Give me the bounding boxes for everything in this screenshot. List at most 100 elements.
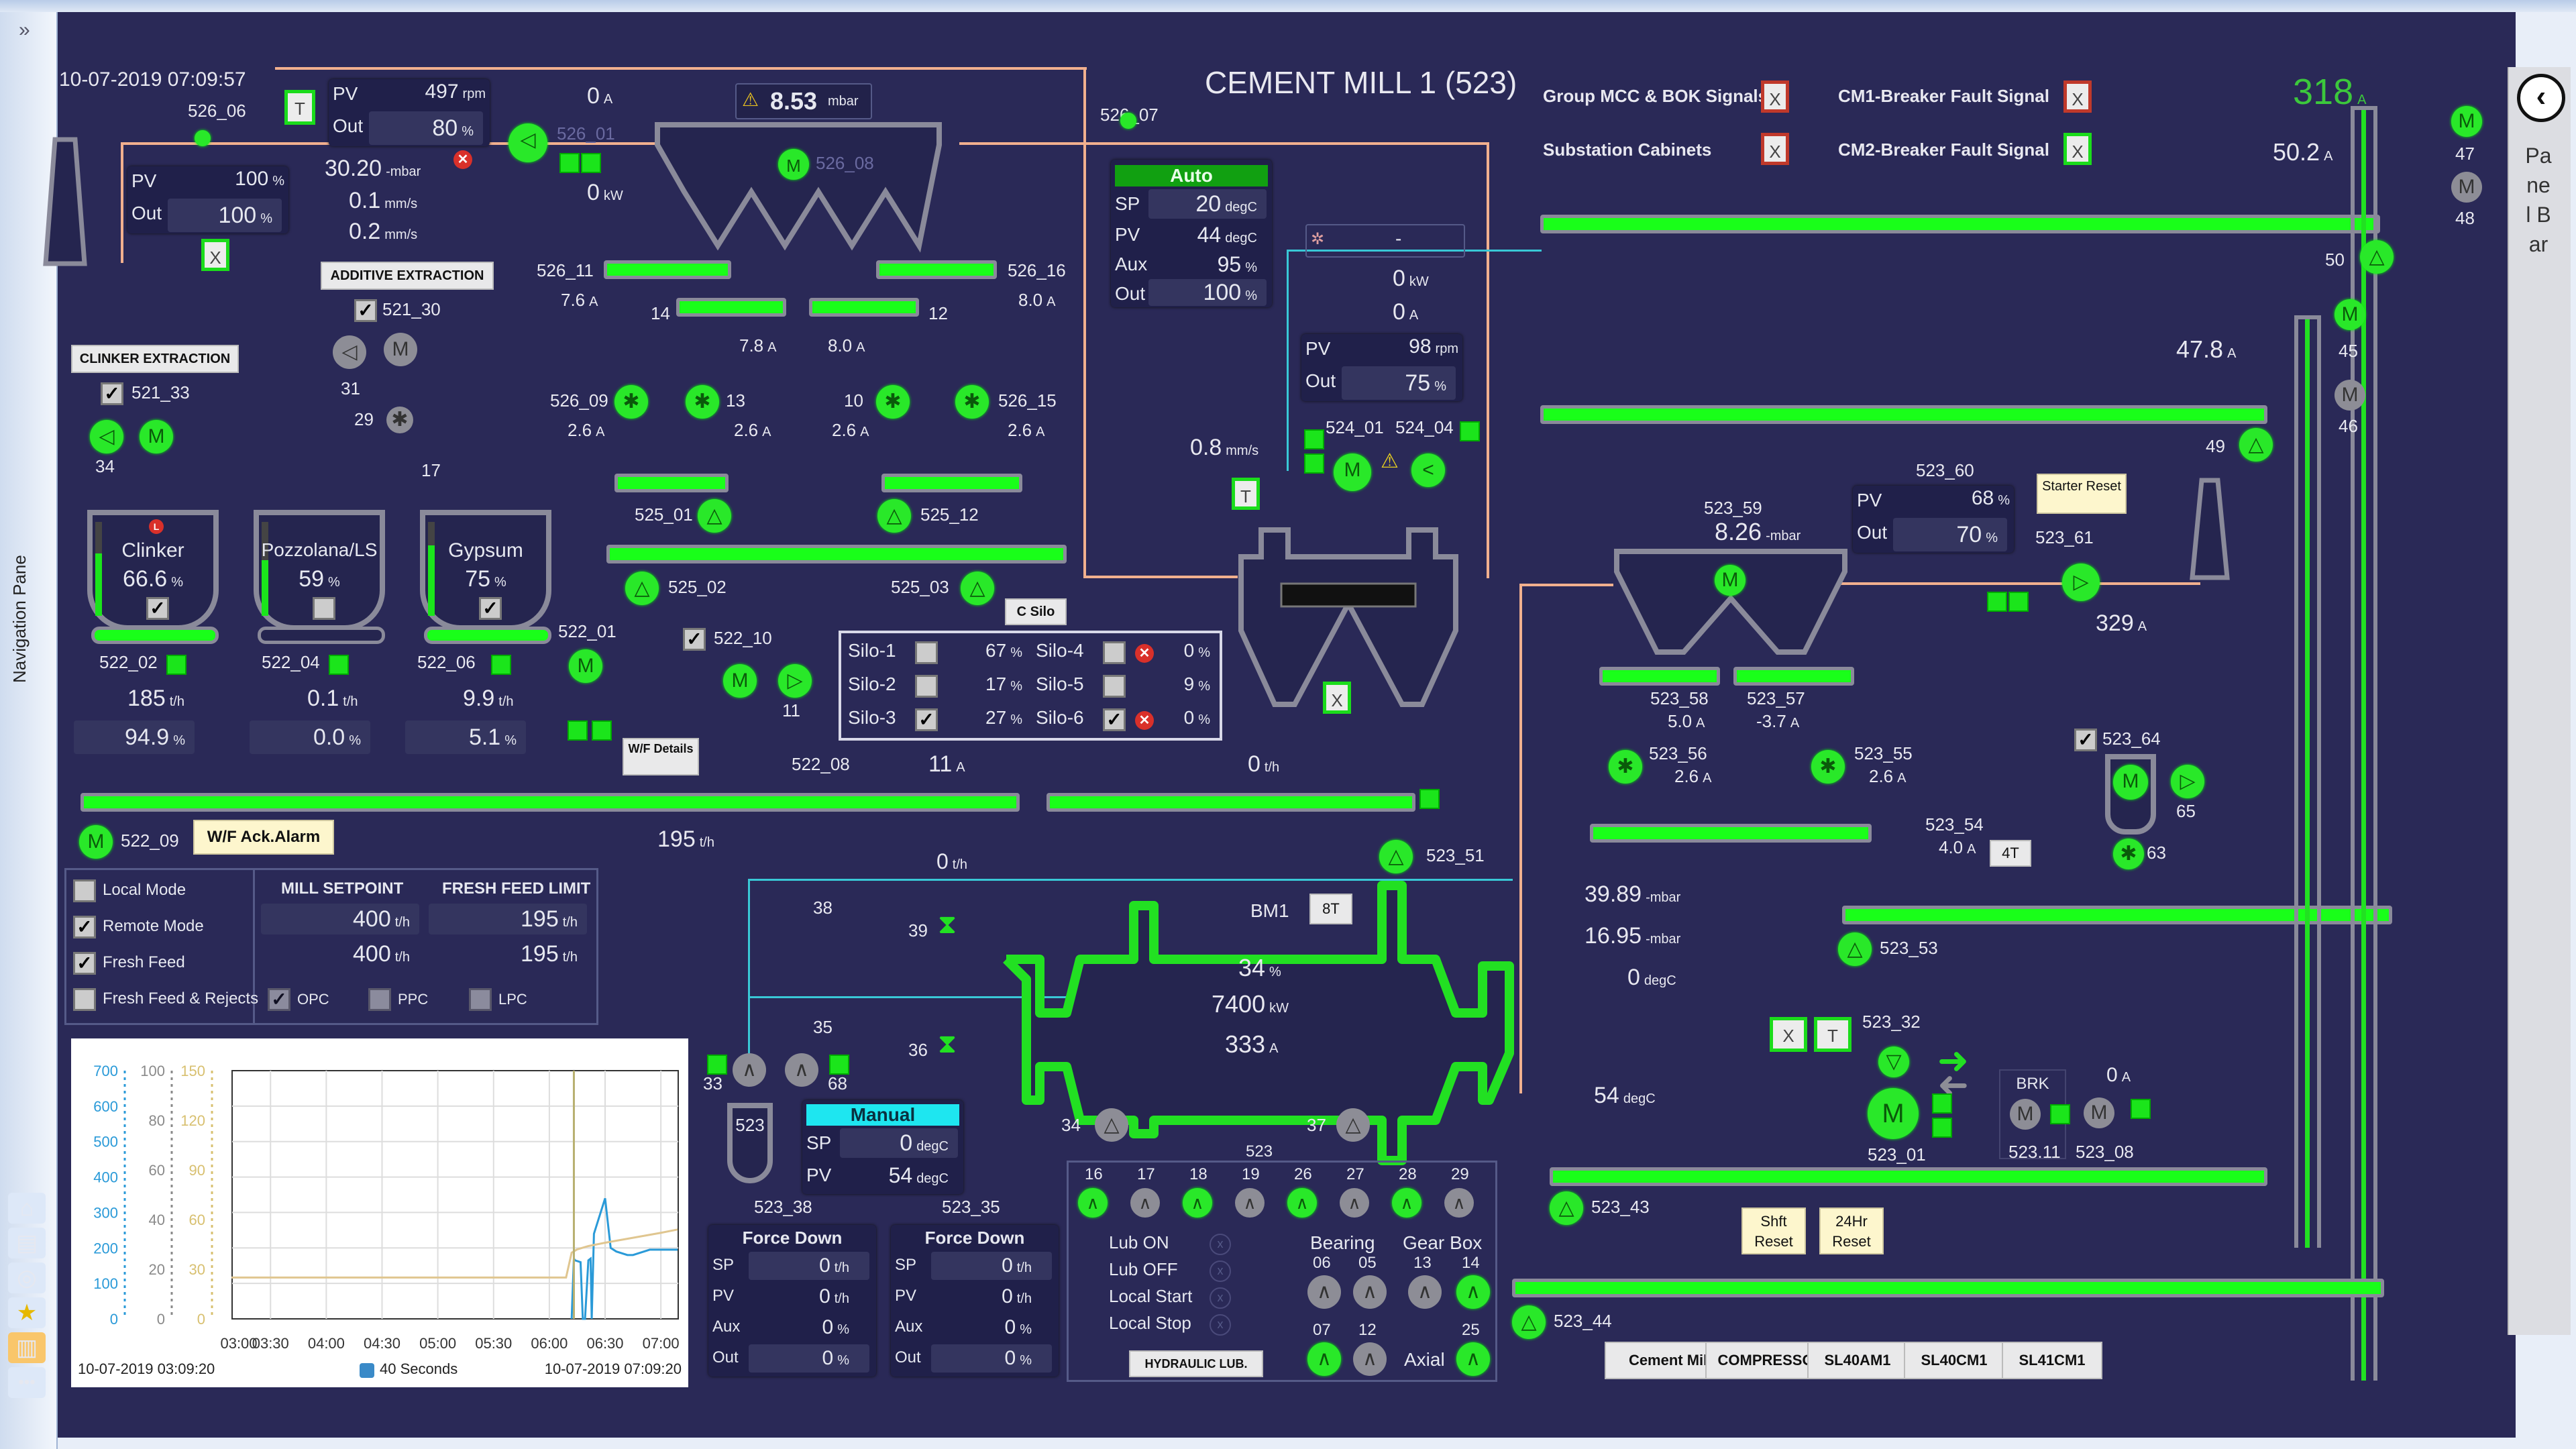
- elevator-motor-47-icon[interactable]: M: [2451, 106, 2482, 137]
- nav-button-sl41cm1[interactable]: SL41CM1: [2002, 1342, 2102, 1379]
- drive-t-button[interactable]: T: [1814, 1017, 1851, 1052]
- panel-back-button[interactable]: ‹: [2517, 74, 2565, 122]
- silo-select-checkbox[interactable]: ✓: [1103, 708, 1126, 731]
- lub-pump-icon[interactable]: ∧: [1183, 1188, 1212, 1218]
- 24hr-reset-button[interactable]: 24Hr Reset: [1819, 1208, 1884, 1254]
- pump-34-icon[interactable]: △: [1095, 1108, 1128, 1142]
- elevator-49-icon[interactable]: △: [2239, 428, 2273, 462]
- elevator-icon[interactable]: △: [698, 499, 731, 533]
- elevator-icon[interactable]: △: [1550, 1191, 1583, 1225]
- nav-button-sl40am1[interactable]: SL40AM1: [1807, 1342, 1908, 1379]
- drive-x-button[interactable]: X: [1770, 1017, 1807, 1052]
- lub-pump-icon[interactable]: ∧: [1287, 1188, 1317, 1218]
- rotary-valve-icon[interactable]: ✱: [386, 407, 413, 433]
- silo-select-checkbox[interactable]: [915, 675, 938, 698]
- temp-out[interactable]: 100: [1203, 280, 1241, 305]
- checkbox-521-33[interactable]: ✓: [101, 382, 123, 405]
- shift-reset-button[interactable]: Shft Reset: [1741, 1208, 1806, 1254]
- fan-output[interactable]: 80: [432, 115, 458, 141]
- cement-type-checkbox[interactable]: ✓: [268, 988, 290, 1011]
- mode-checkbox[interactable]: ✓: [73, 952, 96, 975]
- checkbox-523-64[interactable]: ✓: [2074, 729, 2097, 751]
- fan-t-button[interactable]: T: [284, 90, 315, 125]
- pump-68-icon[interactable]: ∧: [785, 1053, 818, 1087]
- belt-motor-icon[interactable]: M: [79, 825, 113, 859]
- elevator-motor-48-icon[interactable]: M: [2451, 172, 2482, 203]
- nav-button-sl40cm1[interactable]: SL40CM1: [1904, 1342, 2004, 1379]
- rotary-valve-icon[interactable]: ✱: [1609, 750, 1642, 784]
- cm2-breaker-fault-indicator[interactable]: X: [2063, 133, 2092, 165]
- bearing-12-pump-icon[interactable]: ∧: [1353, 1342, 1387, 1376]
- separator-t-button[interactable]: T: [1232, 478, 1260, 510]
- water-temp-sp[interactable]: 0: [900, 1130, 912, 1156]
- gearbox-14-pump-icon[interactable]: ∧: [1456, 1275, 1490, 1309]
- trend-chart[interactable]: 03:00 03:30 04:00 04:30 05:00 05:30 06:00 06:30…: [71, 1038, 688, 1387]
- cm1-breaker-fault-indicator[interactable]: X: [2063, 80, 2092, 113]
- panel-bar[interactable]: ‹ Panel Bar: [2508, 67, 2571, 1335]
- elevator-50-icon[interactable]: △: [2360, 240, 2394, 274]
- fan-icon[interactable]: ▷: [2171, 765, 2204, 798]
- bearing-07-pump-icon[interactable]: ∧: [1307, 1342, 1341, 1376]
- feeder-percent-box[interactable]: 94.9%: [74, 720, 195, 754]
- silo-select-checkbox[interactable]: ✓: [915, 708, 938, 731]
- mode-checkbox[interactable]: [73, 879, 96, 902]
- motor-icon[interactable]: M: [384, 333, 417, 366]
- mode-checkbox[interactable]: [73, 988, 96, 1011]
- separator-motor-icon[interactable]: M: [1334, 453, 1371, 491]
- brake-motor-icon[interactable]: M: [2010, 1099, 2041, 1130]
- elevator-icon[interactable]: △: [961, 572, 994, 605]
- filter-motor-icon[interactable]: M: [1715, 565, 1746, 596]
- mode-checkbox[interactable]: ✓: [73, 916, 96, 938]
- silo-select-checkbox[interactable]: [1103, 641, 1126, 664]
- lub-pump-icon[interactable]: ∧: [1130, 1188, 1160, 1218]
- group-mcc-signal-indicator[interactable]: X: [1761, 80, 1789, 113]
- sep-damper-out[interactable]: 70: [1956, 522, 1982, 547]
- bin-select-checkbox[interactable]: [313, 597, 335, 620]
- separator-x-button[interactable]: X: [1323, 682, 1351, 714]
- lub-command-indicator[interactable]: x: [1210, 1234, 1231, 1255]
- checkbox-521-30[interactable]: ✓: [354, 299, 377, 322]
- favorites-star-icon[interactable]: ★: [8, 1297, 46, 1328]
- pid-mode-auto[interactable]: Auto: [1115, 165, 1268, 186]
- elevator-motor-46-icon[interactable]: M: [2334, 380, 2365, 411]
- substation-cabinets-indicator[interactable]: X: [1761, 133, 1789, 165]
- elevator-icon[interactable]: △: [1512, 1305, 1546, 1339]
- fan-526-01-icon[interactable]: ◁: [508, 123, 547, 162]
- force-down-out[interactable]: 0: [822, 1347, 834, 1369]
- lub-pump-icon[interactable]: ∧: [1340, 1188, 1369, 1218]
- elevator-icon[interactable]: △: [1838, 932, 1872, 966]
- gearbox-13-pump-icon[interactable]: ∧: [1408, 1275, 1442, 1309]
- home-icon[interactable]: ⌂: [8, 1193, 46, 1224]
- axial-pump-icon[interactable]: ∧: [1456, 1342, 1490, 1376]
- settings-icon[interactable]: ◎: [8, 1263, 46, 1293]
- additive-extraction-button[interactable]: ADDITIVE EXTRACTION: [321, 262, 494, 290]
- more-icon[interactable]: •••: [8, 1367, 46, 1398]
- main-motor-icon[interactable]: M: [1868, 1088, 1919, 1139]
- separator-output[interactable]: 75: [1405, 370, 1430, 396]
- lub-command-indicator[interactable]: x: [1210, 1314, 1231, 1336]
- wf-details-button[interactable]: W/F Details: [623, 738, 699, 775]
- separator-fan-icon[interactable]: ▷: [2062, 564, 2100, 601]
- starter-reset-button[interactable]: Starter Reset: [2037, 474, 2127, 514]
- c-silo-button[interactable]: C Silo: [1005, 598, 1067, 625]
- separator-motor-icon[interactable]: M: [723, 664, 757, 698]
- bin-select-checkbox[interactable]: ✓: [146, 597, 169, 620]
- force-down-sp[interactable]: 0: [1002, 1254, 1013, 1277]
- lub-command-indicator[interactable]: x: [1210, 1287, 1231, 1309]
- lub-pump-icon[interactable]: ∧: [1392, 1188, 1421, 1218]
- pid-mode-manual[interactable]: Manual: [806, 1104, 959, 1126]
- feeder-percent-box[interactable]: 0.0%: [250, 720, 370, 754]
- lub-pump-icon[interactable]: ∧: [1444, 1188, 1474, 1218]
- fan-icon[interactable]: ◁: [333, 335, 366, 369]
- aux-motor-icon[interactable]: M: [2084, 1097, 2114, 1128]
- folders-icon[interactable]: ▥: [8, 1332, 46, 1363]
- silo-select-checkbox[interactable]: [1103, 675, 1126, 698]
- rotary-valve-icon[interactable]: ✱: [876, 385, 910, 419]
- wf-ack-alarm-button[interactable]: W/F Ack.Alarm: [193, 820, 334, 855]
- lub-pump-icon[interactable]: ∧: [1078, 1188, 1108, 1218]
- elevator-icon[interactable]: △: [877, 499, 911, 533]
- checkbox-522-10[interactable]: ✓: [683, 628, 706, 651]
- ball-mill-8t-button[interactable]: 8T: [1309, 894, 1352, 924]
- elevator-icon[interactable]: △: [625, 572, 659, 605]
- force-down-out[interactable]: 0: [1005, 1347, 1016, 1369]
